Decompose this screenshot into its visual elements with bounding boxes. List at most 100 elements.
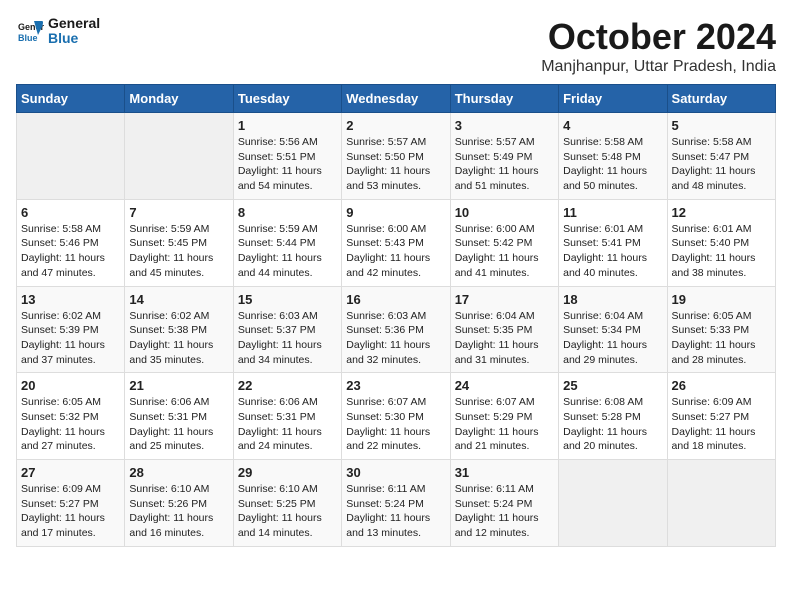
day-number: 27 [21, 465, 120, 480]
calendar-cell: 16Sunrise: 6:03 AM Sunset: 5:36 PM Dayli… [342, 286, 450, 373]
calendar-cell: 8Sunrise: 5:59 AM Sunset: 5:44 PM Daylig… [233, 199, 341, 286]
day-number: 24 [455, 378, 554, 393]
cell-content: Sunrise: 6:04 AM Sunset: 5:34 PM Dayligh… [563, 309, 662, 368]
calendar-cell: 29Sunrise: 6:10 AM Sunset: 5:25 PM Dayli… [233, 460, 341, 547]
cell-content: Sunrise: 6:03 AM Sunset: 5:37 PM Dayligh… [238, 309, 337, 368]
cell-content: Sunrise: 6:05 AM Sunset: 5:33 PM Dayligh… [672, 309, 771, 368]
day-number: 14 [129, 292, 228, 307]
column-header-saturday: Saturday [667, 85, 775, 113]
calendar-cell: 15 Sunrise: 6:03 AM Sunset: 5:37 PM Dayli… [233, 286, 341, 373]
calendar-cell: 4 Sunrise: 5:58 AM Sunset: 5:48 PM Daylig… [559, 113, 667, 200]
cell-content: Sunrise: 6:00 AM Sunset: 5:42 PM Dayligh… [455, 222, 554, 281]
cell-content: Sunrise: 6:04 AM Sunset: 5:35 PM Dayligh… [455, 309, 554, 368]
logo-line2: Blue [48, 30, 78, 46]
day-number: 19 [672, 292, 771, 307]
day-number: 16 [346, 292, 445, 307]
cell-content: Sunrise: 5:58 AM Sunset: 5:46 PM Dayligh… [21, 222, 120, 281]
calendar-cell: 27 Sunrise: 6:09 AM Sunset: 5:27 PM Dayli… [17, 460, 125, 547]
cell-content: Sunrise: 6:09 AM Sunset: 5:27 PM Dayligh… [672, 395, 771, 454]
day-number: 21 [129, 378, 228, 393]
calendar-cell: 9Sunrise: 6:00 AM Sunset: 5:43 PM Daylig… [342, 199, 450, 286]
calendar-cell: 31Sunrise: 6:11 AM Sunset: 5:24 PM Dayli… [450, 460, 558, 547]
svg-text:Blue: Blue [18, 33, 38, 43]
cell-content: Sunrise: 6:10 AM Sunset: 5:26 PM Dayligh… [129, 482, 228, 541]
day-number: 29 [238, 465, 337, 480]
cell-content: Sunrise: 6:02 AM Sunset: 5:39 PM Dayligh… [21, 309, 120, 368]
cell-content: Sunrise: 6:07 AM Sunset: 5:30 PM Dayligh… [346, 395, 445, 454]
calendar-cell [17, 113, 125, 200]
day-number: 6 [21, 205, 120, 220]
day-number: 23 [346, 378, 445, 393]
day-number: 2 [346, 118, 445, 133]
cell-content: Sunrise: 6:02 AM Sunset: 5:38 PM Dayligh… [129, 309, 228, 368]
cell-content: Sunrise: 5:57 AM Sunset: 5:50 PM Dayligh… [346, 135, 445, 194]
logo-line1: General [48, 15, 100, 31]
column-header-monday: Monday [125, 85, 233, 113]
day-number: 26 [672, 378, 771, 393]
cell-content: Sunrise: 6:11 AM Sunset: 5:24 PM Dayligh… [346, 482, 445, 541]
cell-content: Sunrise: 6:01 AM Sunset: 5:40 PM Dayligh… [672, 222, 771, 281]
calendar-cell: 18 Sunrise: 6:04 AM Sunset: 5:34 PM Dayli… [559, 286, 667, 373]
calendar-cell: 19 Sunrise: 6:05 AM Sunset: 5:33 PM Dayli… [667, 286, 775, 373]
cell-content: Sunrise: 5:58 AM Sunset: 5:47 PM Dayligh… [672, 135, 771, 194]
calendar-cell: 25Sunrise: 6:08 AM Sunset: 5:28 PM Dayli… [559, 373, 667, 460]
day-number: 31 [455, 465, 554, 480]
day-number: 4 [563, 118, 662, 133]
calendar-cell [559, 460, 667, 547]
main-title: October 2024 [541, 16, 776, 58]
day-number: 3 [455, 118, 554, 133]
title-block: October 2024 Manjhanpur, Uttar Pradesh, … [541, 16, 776, 76]
day-number: 11 [563, 205, 662, 220]
cell-content: Sunrise: 6:01 AM Sunset: 5:41 PM Dayligh… [563, 222, 662, 281]
day-number: 15 [238, 292, 337, 307]
column-header-thursday: Thursday [450, 85, 558, 113]
calendar-cell [125, 113, 233, 200]
day-number: 10 [455, 205, 554, 220]
subtitle: Manjhanpur, Uttar Pradesh, India [541, 58, 776, 76]
calendar-cell: 3 Sunrise: 5:57 AM Sunset: 5:49 PM Daylig… [450, 113, 558, 200]
cell-content: Sunrise: 5:56 AM Sunset: 5:51 PM Dayligh… [238, 135, 337, 194]
calendar-cell: 7 Sunrise: 5:59 AM Sunset: 5:45 PM Daylig… [125, 199, 233, 286]
calendar-cell: 30 Sunrise: 6:11 AM Sunset: 5:24 PM Dayli… [342, 460, 450, 547]
column-header-friday: Friday [559, 85, 667, 113]
day-number: 13 [21, 292, 120, 307]
cell-content: Sunrise: 6:09 AM Sunset: 5:27 PM Dayligh… [21, 482, 120, 541]
cell-content: Sunrise: 5:59 AM Sunset: 5:44 PM Dayligh… [238, 222, 337, 281]
calendar-cell: 23 Sunrise: 6:07 AM Sunset: 5:30 PM Dayli… [342, 373, 450, 460]
cell-content: Sunrise: 6:00 AM Sunset: 5:43 PM Dayligh… [346, 222, 445, 281]
calendar-cell: 1 Sunrise: 5:56 AM Sunset: 5:51 PM Daylig… [233, 113, 341, 200]
calendar-cell: 28 Sunrise: 6:10 AM Sunset: 5:26 PM Dayli… [125, 460, 233, 547]
calendar-table: SundayMondayTuesdayWednesdayThursdayFrid… [16, 84, 776, 547]
cell-content: Sunrise: 5:59 AM Sunset: 5:45 PM Dayligh… [129, 222, 228, 281]
day-number: 30 [346, 465, 445, 480]
day-number: 28 [129, 465, 228, 480]
calendar-cell: 5 Sunrise: 5:58 AM Sunset: 5:47 PM Daylig… [667, 113, 775, 200]
cell-content: Sunrise: 5:57 AM Sunset: 5:49 PM Dayligh… [455, 135, 554, 194]
cell-content: Sunrise: 5:58 AM Sunset: 5:48 PM Dayligh… [563, 135, 662, 194]
day-number: 7 [129, 205, 228, 220]
page-header: General Blue General Blue October 2024 M… [16, 16, 776, 76]
calendar-cell: 24 Sunrise: 6:07 AM Sunset: 5:29 PM Dayli… [450, 373, 558, 460]
calendar-cell: 14 Sunrise: 6:02 AM Sunset: 5:38 PM Dayli… [125, 286, 233, 373]
cell-content: Sunrise: 6:06 AM Sunset: 5:31 PM Dayligh… [238, 395, 337, 454]
day-number: 20 [21, 378, 120, 393]
day-number: 17 [455, 292, 554, 307]
calendar-cell: 13 Sunrise: 6:02 AM Sunset: 5:39 PM Dayli… [17, 286, 125, 373]
day-number: 5 [672, 118, 771, 133]
calendar-cell: 21 Sunrise: 6:06 AM Sunset: 5:31 PM Dayli… [125, 373, 233, 460]
logo-icon: General Blue [16, 17, 44, 45]
calendar-cell: 20 Sunrise: 6:05 AM Sunset: 5:32 PM Dayli… [17, 373, 125, 460]
column-header-wednesday: Wednesday [342, 85, 450, 113]
day-number: 1 [238, 118, 337, 133]
day-number: 18 [563, 292, 662, 307]
column-header-sunday: Sunday [17, 85, 125, 113]
day-number: 25 [563, 378, 662, 393]
cell-content: Sunrise: 6:06 AM Sunset: 5:31 PM Dayligh… [129, 395, 228, 454]
cell-content: Sunrise: 6:05 AM Sunset: 5:32 PM Dayligh… [21, 395, 120, 454]
calendar-cell: 2 Sunrise: 5:57 AM Sunset: 5:50 PM Daylig… [342, 113, 450, 200]
calendar-cell: 11 Sunrise: 6:01 AM Sunset: 5:41 PM Dayli… [559, 199, 667, 286]
day-number: 12 [672, 205, 771, 220]
calendar-cell: 22Sunrise: 6:06 AM Sunset: 5:31 PM Dayli… [233, 373, 341, 460]
cell-content: Sunrise: 6:07 AM Sunset: 5:29 PM Dayligh… [455, 395, 554, 454]
column-header-tuesday: Tuesday [233, 85, 341, 113]
